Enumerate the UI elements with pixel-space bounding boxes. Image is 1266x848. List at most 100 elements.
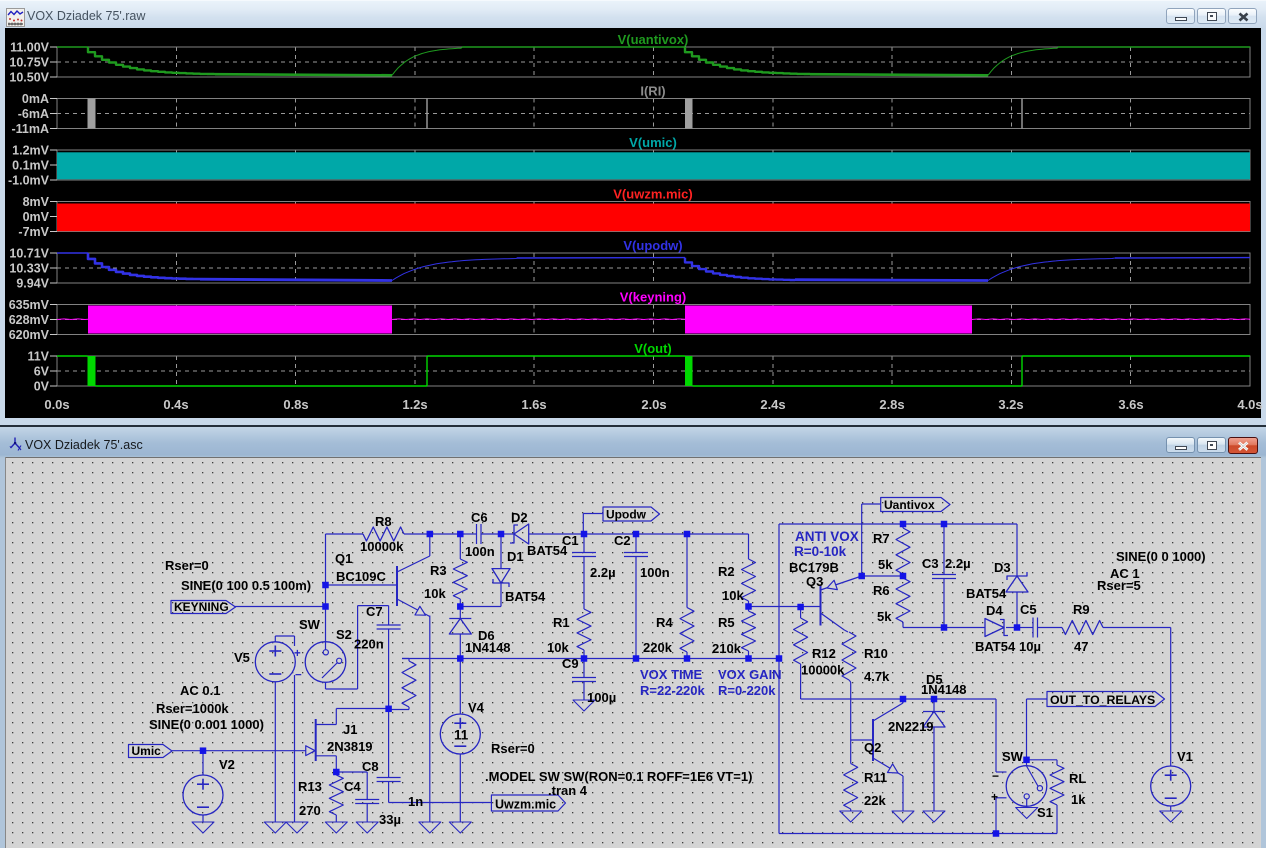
svg-text:6V: 6V <box>34 365 50 379</box>
svg-text:-1.0mV: -1.0mV <box>8 174 50 188</box>
svg-text:10k: 10k <box>722 588 744 603</box>
svg-text:10000k: 10000k <box>360 539 404 554</box>
svg-text:J1: J1 <box>343 722 357 737</box>
svg-text:VOX GAIN: VOX GAIN <box>718 667 782 682</box>
svg-text:C4: C4 <box>344 779 361 794</box>
svg-text:+: + <box>991 790 998 804</box>
svg-text:3.2s: 3.2s <box>998 397 1023 412</box>
svg-text:100µ: 100µ <box>587 690 616 705</box>
svg-text:22k: 22k <box>864 793 886 808</box>
svg-text:C1: C1 <box>562 533 579 548</box>
svg-text:KEYNING: KEYNING <box>174 600 229 614</box>
svg-text:1.2mV: 1.2mV <box>12 144 49 158</box>
svg-text:10000k: 10000k <box>801 663 845 678</box>
svg-text:220n: 220n <box>354 637 384 652</box>
svg-text:Rser=5: Rser=5 <box>1097 578 1141 593</box>
svg-text:3.6s: 3.6s <box>1118 397 1143 412</box>
svg-text:D1: D1 <box>507 549 524 564</box>
svg-text:R12: R12 <box>812 646 836 661</box>
svg-text:V(uantivox): V(uantivox) <box>618 32 689 47</box>
svg-text:V5: V5 <box>234 650 250 665</box>
svg-text:C3: C3 <box>922 556 939 571</box>
svg-text:AC 0.1: AC 0.1 <box>180 683 220 698</box>
svg-text:R1: R1 <box>553 615 570 630</box>
svg-text:-7mV: -7mV <box>18 225 49 239</box>
svg-text:635mV: 635mV <box>9 298 50 312</box>
svg-text:R6: R6 <box>873 583 890 598</box>
svg-text:C9: C9 <box>562 656 579 671</box>
svg-text:8mV: 8mV <box>23 195 50 209</box>
svg-text:10k: 10k <box>424 586 446 601</box>
svg-text:-11mA: -11mA <box>11 122 49 136</box>
svg-text:R5: R5 <box>718 615 735 630</box>
svg-text:Rser=0: Rser=0 <box>491 741 535 756</box>
svg-text:Uantivox: Uantivox <box>884 498 935 512</box>
svg-text:R3: R3 <box>430 563 447 578</box>
svg-text:V1: V1 <box>1177 749 1193 764</box>
svg-text:D4: D4 <box>986 603 1003 618</box>
svg-text:Q2: Q2 <box>864 740 881 755</box>
svg-text:1N4148: 1N4148 <box>465 640 511 655</box>
svg-text:BAT54: BAT54 <box>975 639 1016 654</box>
svg-text:9.94V: 9.94V <box>16 277 49 291</box>
svg-text:Rser=1000k: Rser=1000k <box>156 701 229 716</box>
svg-text:5k: 5k <box>878 557 893 572</box>
svg-text:V4: V4 <box>468 700 485 715</box>
svg-text:VOX TIME: VOX TIME <box>640 667 702 682</box>
svg-text:2.2µ: 2.2µ <box>590 565 616 580</box>
svg-text:R=0-220k: R=0-220k <box>718 683 776 698</box>
svg-text:C5: C5 <box>1020 602 1037 617</box>
svg-text:10.75V: 10.75V <box>9 56 49 70</box>
svg-text:270: 270 <box>299 803 321 818</box>
svg-text:R11: R11 <box>864 770 887 785</box>
svg-text:33µ: 33µ <box>379 812 401 827</box>
svg-text:620mV: 620mV <box>9 328 50 342</box>
svg-text:−: − <box>992 769 999 783</box>
svg-text:2N2219: 2N2219 <box>888 719 934 734</box>
svg-text:2.4s: 2.4s <box>760 397 785 412</box>
svg-text:10.71V: 10.71V <box>9 247 49 261</box>
svg-text:R8: R8 <box>375 514 392 529</box>
svg-text:C7: C7 <box>366 604 383 619</box>
svg-text:R4: R4 <box>656 615 673 630</box>
svg-text:628mV: 628mV <box>9 313 50 327</box>
svg-text:V(umic): V(umic) <box>629 135 677 150</box>
svg-text:4.0s: 4.0s <box>1237 397 1262 412</box>
svg-text:V(upodw): V(upodw) <box>623 238 682 253</box>
svg-text:C2: C2 <box>614 533 631 548</box>
svg-text:R2: R2 <box>718 564 735 579</box>
svg-text:Rser=0: Rser=0 <box>165 558 209 573</box>
svg-text:SW: SW <box>1002 749 1024 764</box>
svg-text:OUT_TO_RELAYS: OUT_TO_RELAYS <box>1050 693 1155 707</box>
svg-text:SINE(0 0.001 1000): SINE(0 0.001 1000) <box>149 717 264 732</box>
svg-text:.tran 4: .tran 4 <box>548 783 588 798</box>
svg-text:1n: 1n <box>408 794 423 809</box>
svg-text:BC109C: BC109C <box>336 569 386 584</box>
svg-text:2.8s: 2.8s <box>879 397 904 412</box>
svg-text:.MODEL SW SW(RON=0.1 ROFF=1E6: .MODEL SW SW(RON=0.1 ROFF=1E6 VT=1) <box>485 769 752 784</box>
svg-text:1.6s: 1.6s <box>521 397 546 412</box>
svg-text:Upodw: Upodw <box>606 508 647 522</box>
svg-text:SINE(0 0 1000): SINE(0 0 1000) <box>1116 549 1206 564</box>
svg-text:1N4148: 1N4148 <box>921 682 967 697</box>
svg-text:4.7k: 4.7k <box>864 669 890 684</box>
svg-text:0mV: 0mV <box>23 210 50 224</box>
svg-text:10µ: 10µ <box>1019 639 1041 654</box>
svg-text:S2: S2 <box>336 627 352 642</box>
svg-text:R=0-10k: R=0-10k <box>794 544 847 559</box>
svg-text:0mA: 0mA <box>22 92 49 106</box>
svg-text:R10: R10 <box>864 646 888 661</box>
svg-text:Umic: Umic <box>132 744 162 758</box>
svg-text:0V: 0V <box>34 380 50 394</box>
svg-text:210k: 210k <box>712 641 742 656</box>
svg-text:10k: 10k <box>547 640 569 655</box>
svg-text:D2: D2 <box>511 510 528 525</box>
svg-text:V(out): V(out) <box>634 341 672 356</box>
svg-text:C6: C6 <box>471 510 488 525</box>
svg-text:V(keyning): V(keyning) <box>620 290 686 305</box>
svg-text:11: 11 <box>454 728 469 743</box>
svg-text:11.00V: 11.00V <box>10 41 50 55</box>
svg-text:BAT54: BAT54 <box>966 586 1007 601</box>
svg-text:R9: R9 <box>1073 602 1090 617</box>
svg-text:0.8s: 0.8s <box>283 397 308 412</box>
